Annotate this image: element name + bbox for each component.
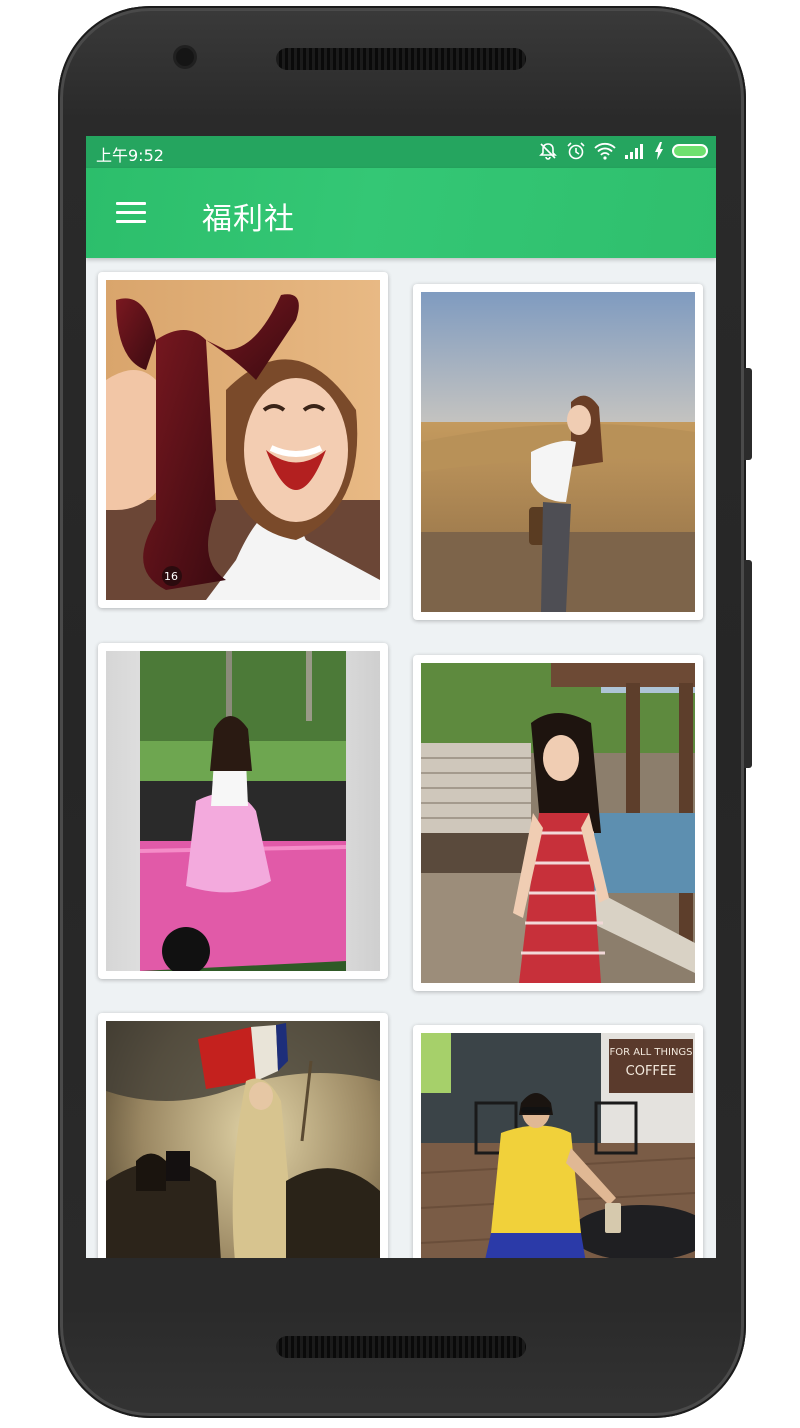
- cafe-sign-tagline: FOR ALL THINGS: [609, 1047, 692, 1058]
- status-time: 上午9:52: [96, 146, 164, 165]
- front-camera: [176, 48, 194, 66]
- battery-icon: [672, 144, 708, 158]
- mute-icon: [539, 143, 557, 160]
- photo-card[interactable]: [413, 284, 703, 620]
- hamburger-icon: [116, 202, 146, 205]
- alarm-icon: [567, 142, 585, 160]
- bottom-speaker: [276, 1336, 526, 1358]
- signal-icon: [625, 144, 643, 159]
- photo-liberty-leading-painting: [106, 1021, 380, 1258]
- photo-card[interactable]: [98, 1013, 388, 1258]
- cafe-sign-coffee: COFFEE: [626, 1064, 677, 1079]
- volume-button: [744, 560, 752, 768]
- photo-woman-in-red-dress: [421, 663, 695, 983]
- screen: 上午9:52 福利社 16 FOR ALL THINGS COFFEE: [86, 136, 716, 1258]
- photo-woman-with-lobster-toy: 16: [106, 280, 380, 600]
- photo-card[interactable]: [98, 643, 388, 979]
- power-button: [744, 368, 752, 460]
- top-speaker: [276, 48, 526, 70]
- page-title: 福利社: [202, 202, 295, 237]
- photo-card[interactable]: [413, 655, 703, 991]
- menu-button[interactable]: [116, 202, 146, 224]
- photo-woman-at-cafe: FOR ALL THINGS COFFEE: [421, 1033, 695, 1258]
- status-icons: [538, 141, 708, 161]
- photo-woman-in-field: [421, 292, 695, 612]
- toy-label: 16: [164, 570, 178, 583]
- photo-card[interactable]: 16: [98, 272, 388, 608]
- status-bar: 上午9:52: [86, 136, 716, 168]
- app-bar: 福利社: [86, 168, 716, 258]
- photo-card[interactable]: FOR ALL THINGS COFFEE: [413, 1025, 703, 1258]
- charging-icon: [655, 142, 663, 160]
- photo-woman-on-pink-car: [106, 651, 380, 971]
- wifi-icon: [594, 142, 616, 160]
